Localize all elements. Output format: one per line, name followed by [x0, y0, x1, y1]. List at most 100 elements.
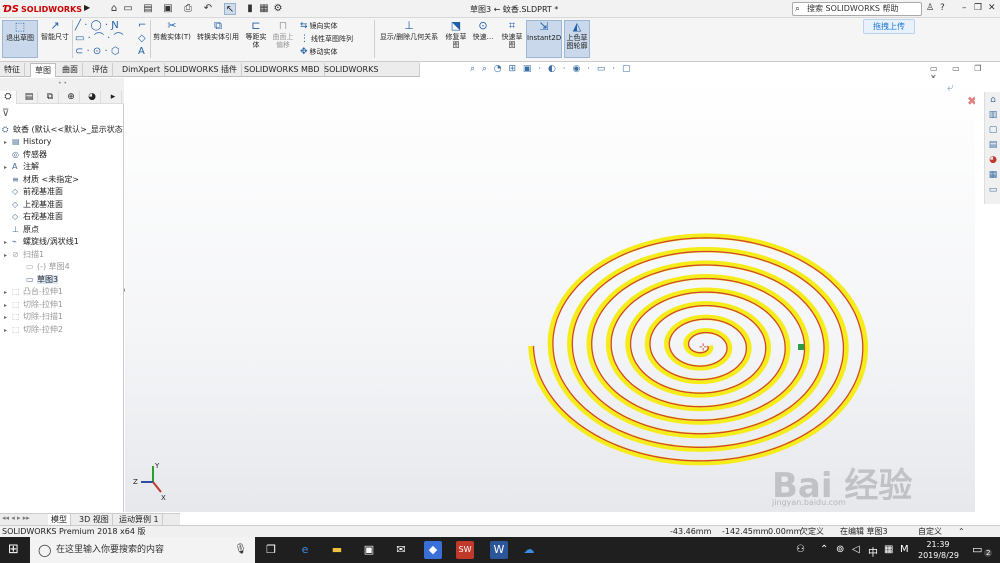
tree-item[interactable]: ▸ ⬚ 切除-拉伸2 [4, 324, 63, 336]
tab-2[interactable]: 曲面 [58, 63, 83, 77]
expand-arrow-icon[interactable]: ▸ [4, 162, 12, 174]
tab-6[interactable]: SOLIDWORKS MBD [240, 63, 325, 77]
file-explorer-icon[interactable]: ▢ [987, 124, 999, 136]
ime-indicator[interactable]: 中 [868, 544, 878, 559]
help-search-input[interactable]: ⌕ 搜索 SOLIDWORKS 帮助 [792, 2, 922, 16]
design-library-icon[interactable]: ▥ [987, 109, 999, 121]
file-properties-icon[interactable]: ▦ [258, 3, 270, 15]
linear-pattern-button[interactable]: ⋮ 线性草图阵列 [300, 35, 353, 44]
home-icon[interactable]: ⌂ [108, 3, 120, 15]
volume-icon[interactable]: ◁ [852, 544, 860, 555]
select-icon[interactable]: ↖ [224, 3, 236, 15]
notification-icon[interactable]: ▭ [972, 543, 982, 556]
undo-icon[interactable]: ↶ [202, 3, 214, 15]
expand-arrow-icon[interactable]: ▸ [4, 287, 12, 299]
shaded-contours-button[interactable]: ◭ 上色草图轮廓 [564, 20, 590, 58]
tree-item[interactable]: ⊥ 原点 [4, 224, 39, 236]
repair-sketch-button[interactable]: ⬔ 修复草图 [444, 20, 468, 58]
tree-item[interactable]: ▭ (-) 草图4 [18, 261, 70, 273]
view-palette-icon[interactable]: ▤ [987, 139, 999, 151]
taskbar-search-input[interactable]: ◯ 在这里输入你要搜索的内容 🎙 [30, 537, 255, 563]
sketch-point-handle[interactable] [798, 344, 804, 350]
baidu-netdisk-icon[interactable]: ☁ [520, 541, 538, 559]
tree-item[interactable]: ▸ ⬚ 凸台-拉伸1 [4, 286, 63, 298]
offset-on-surface-button[interactable]: ⊓ 曲面上偏移 [270, 20, 296, 58]
tree-item[interactable]: ≡ 材质 <未指定> [4, 174, 79, 186]
system-clock[interactable]: 21:39 2019/8/29 [918, 539, 959, 561]
spiral-sketch-canvas[interactable]: ⊹ [125, 78, 975, 512]
ime-m-icon[interactable]: M [900, 544, 909, 555]
open-icon[interactable]: ▤ [142, 3, 154, 15]
ime-mode-icon[interactable]: ▦ [884, 544, 893, 555]
tree-item[interactable]: ◇ 前视基准面 [4, 186, 63, 198]
trim-entities-button[interactable]: ✂ 剪裁实体(T) [152, 20, 192, 58]
solidworks-taskbar-icon[interactable]: SW [456, 541, 474, 559]
tab-7[interactable]: SOLIDWORKS Inspection [320, 63, 420, 87]
display-relations-button[interactable]: ⊥ 显示/删除几何关系 [376, 20, 442, 58]
tree-item[interactable]: ▸ ⬚ 切除-扫描1 [4, 311, 63, 323]
instant2d-button[interactable]: ⇲ Instant2D [526, 20, 562, 58]
text-icon[interactable]: A [138, 47, 145, 57]
mirror-entities-button[interactable]: ⇆ 镜向实体 [300, 22, 338, 31]
print-icon[interactable]: ⎙ [182, 3, 194, 15]
tree-item[interactable]: ◇ 右视基准面 [4, 211, 63, 223]
move-entities-button[interactable]: ✥ 移动实体 [300, 48, 338, 57]
more-tabs-icon[interactable]: ▸ [105, 91, 122, 104]
menu-arrow-icon[interactable]: ▶ [84, 3, 90, 12]
new-document-icon[interactable]: ▭ [122, 3, 134, 15]
expand-arrow-icon[interactable]: ▸ [4, 237, 12, 249]
solidworks-forum-icon[interactable]: ▭ [987, 184, 999, 196]
solidworks-logo[interactable]: ƊS SOLIDWORKS [3, 2, 82, 16]
offset-entities-button[interactable]: ⊏ 等距实体 [244, 20, 268, 58]
line-icon[interactable]: ╱ · ◯ · Ɲ [75, 21, 119, 31]
save-icon[interactable]: ▣ [162, 3, 174, 15]
tree-item[interactable]: ▸ ⌁ 螺旋线/涡状线1 [4, 236, 79, 248]
word-icon[interactable]: W [490, 541, 508, 559]
drag-upload-button[interactable]: 拖拽上传 [863, 19, 915, 34]
network-icon[interactable]: ⊚ [836, 544, 844, 555]
display-manager-icon[interactable]: ◕ [84, 91, 101, 104]
help-icon[interactable]: ? [940, 3, 945, 13]
expand-arrow-icon[interactable]: ▸ [4, 312, 12, 324]
tree-root[interactable]: ⛭ 蚊香 (默认<<默认>_显示状态 [2, 124, 123, 136]
configuration-manager-icon[interactable]: ⧉ [42, 91, 59, 104]
smart-dimension-button[interactable]: ↗ 智能尺寸 [40, 20, 70, 58]
tree-item[interactable]: ▸ A 注解 [4, 161, 39, 173]
unit-system[interactable]: 自定义 [918, 526, 942, 537]
solidworks-resources-icon[interactable]: ⌂ [987, 94, 999, 106]
appearances-icon[interactable]: ◕ [987, 154, 999, 166]
convert-entities-button[interactable]: ⧉ 转换实体引用 [194, 20, 242, 58]
expand-arrow-icon[interactable]: ▸ [4, 250, 12, 262]
task-view-icon[interactable]: ❐ [262, 541, 280, 559]
people-icon[interactable]: ⚇ [796, 544, 805, 555]
edge-icon[interactable]: e [296, 541, 314, 559]
tree-item[interactable]: ▸ ▤ History [4, 136, 51, 148]
tree-item[interactable]: ▸ ⊘ 扫描1 [4, 249, 44, 261]
store-icon[interactable]: ▣ [360, 541, 378, 559]
tray-arrow-icon[interactable]: ⌃ [820, 544, 828, 555]
tab-1[interactable]: 草图 [30, 63, 56, 77]
user-icon[interactable]: ♙ [926, 3, 934, 13]
microphone-icon[interactable]: 🎙 [234, 537, 247, 563]
minimize-icon[interactable]: – [962, 3, 967, 13]
cancel-sketch-icon[interactable]: ✖ [967, 94, 975, 108]
tree-item[interactable]: ◇ 上视基准面 [4, 199, 63, 211]
tab-3[interactable]: 评估 [88, 63, 113, 77]
restore-icon[interactable]: ❐ [974, 3, 982, 13]
app-icon[interactable]: ◆ [424, 541, 442, 559]
expand-arrow-icon[interactable]: ▸ [4, 325, 12, 337]
tree-item[interactable]: ◎ 传感器 [4, 149, 47, 161]
options-icon[interactable]: ⚙ [272, 3, 284, 15]
heads-up-view-toolbar[interactable]: ⌕ ⌕ ◔ ⊞ ▣ · ◐ · ◉ · ▭ · ▢ [470, 64, 632, 76]
slot-icon[interactable]: ⊂ · ⊙ · ⬡ [75, 47, 120, 57]
windows-start-icon[interactable]: ⊞ [8, 542, 19, 557]
close-icon[interactable]: ✕ [988, 3, 996, 13]
custom-properties-icon[interactable]: ▦ [987, 169, 999, 181]
graphics-area[interactable]: ⊹ ⤶ ✖ Y Z X [125, 78, 975, 512]
confirmation-corner-icon[interactable]: ⤶ [947, 80, 954, 95]
tab-scroll-arrows[interactable]: ◂◂ ◂ ▸ ▸▸ [2, 514, 30, 522]
exit-sketch-button[interactable]: ⬚ 退出草图 [2, 20, 38, 58]
status-chevron-icon[interactable]: ⌃ [958, 526, 965, 537]
feature-tree-tab-icon[interactable]: ⛭ [0, 91, 17, 104]
tree-item[interactable]: ▭ 草图3 [18, 274, 59, 286]
